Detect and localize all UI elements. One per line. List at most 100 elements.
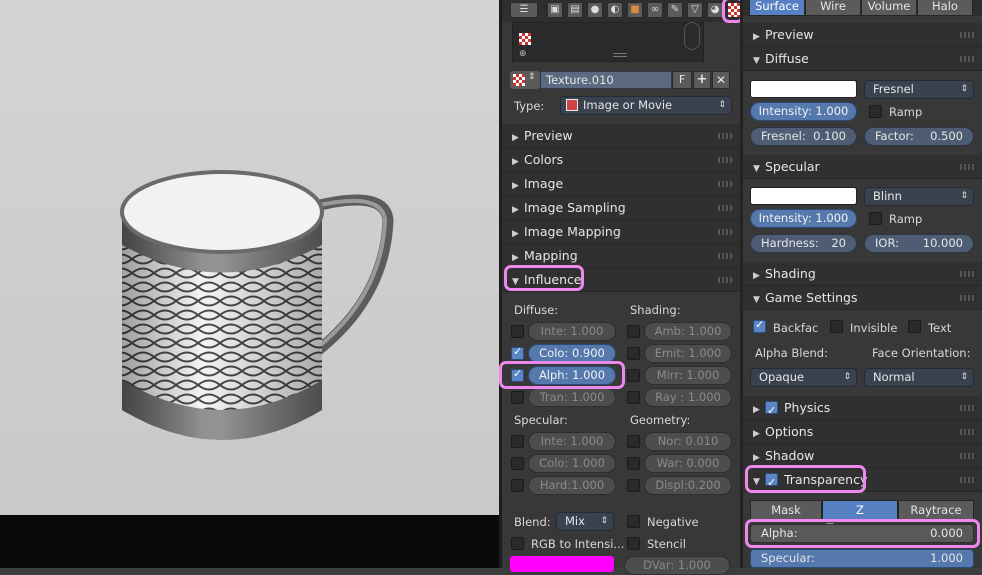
transparency-mask-button[interactable]: Mask <box>750 500 822 520</box>
shading-slider-3[interactable]: Ray : 1.000 <box>644 388 732 407</box>
texture-color-swatch[interactable] <box>510 556 614 572</box>
geometry-slider-2[interactable]: Displ:0.200 <box>644 476 732 495</box>
texture-browse-button[interactable]: ⇕ <box>510 71 540 89</box>
panel-grip[interactable] <box>960 32 974 38</box>
hardness-field[interactable]: Hardness: 20 <box>750 234 857 253</box>
texture-name-field[interactable]: Texture.010 <box>540 71 672 89</box>
transparency-ztransparency-button[interactable]: Z Transpare... <box>822 500 898 535</box>
specular-checkbox-1[interactable] <box>511 457 524 470</box>
panel-game-settings[interactable]: ▼ Game Settings <box>743 286 982 310</box>
panel-physics[interactable]: ▶ Physics <box>743 396 982 423</box>
shading-slider-2[interactable]: Mirr: 1.000 <box>644 366 732 385</box>
geometry-checkbox-2[interactable] <box>627 479 640 492</box>
physics-checkbox[interactable] <box>765 399 778 423</box>
texture-slot-list[interactable]: ⊕ <box>512 22 704 62</box>
editor-type-icon[interactable]: ☰ <box>510 2 538 18</box>
alpha-blend-select[interactable]: Opaque ⇕ <box>750 368 857 387</box>
diffuse-checkbox-1[interactable] <box>511 345 524 360</box>
diffuse-shader-select[interactable]: Fresnel ⇕ <box>864 80 974 99</box>
constraints-icon[interactable]: ∞ <box>647 2 663 18</box>
ior-field[interactable]: IOR: 10.000 <box>864 234 974 253</box>
dvar-slider[interactable]: DVar: 1.000 <box>624 556 730 575</box>
texture-type-select[interactable]: Image or Movie ⇕ <box>560 96 732 115</box>
diffuse-slider-3[interactable]: Tran: 1.000 <box>528 388 616 407</box>
panel-specular[interactable]: ▼ Specular <box>743 155 982 179</box>
panel-grip[interactable] <box>960 271 974 277</box>
panel-grip[interactable] <box>960 405 974 411</box>
scene-icon[interactable]: ● <box>587 2 603 18</box>
material-icon[interactable]: ◕ <box>707 2 723 18</box>
panel-material-preview[interactable]: ▶ Preview <box>743 23 982 47</box>
panel-colors[interactable]: ▶ Colors <box>502 148 740 172</box>
geometry-slider-1[interactable]: War: 0.000 <box>644 454 732 473</box>
shading-slider-0[interactable]: Amb: 1.000 <box>644 322 732 341</box>
panel-grip[interactable] <box>718 277 732 283</box>
specular-shader-select[interactable]: Blinn ⇕ <box>864 187 974 206</box>
panel-grip[interactable] <box>960 295 974 301</box>
unlink-texture-icon[interactable]: ✕ <box>712 71 730 89</box>
specular-checkbox-2[interactable] <box>511 479 524 492</box>
transparency-raytrace-button[interactable]: Raytrace <box>898 500 974 520</box>
data-icon[interactable]: ▽ <box>687 2 703 18</box>
panel-grip[interactable] <box>960 453 974 459</box>
geometry-checkbox-1[interactable] <box>627 457 640 470</box>
object-icon[interactable]: ■ <box>627 2 643 18</box>
specular-slider-0[interactable]: Inte: 1.000 <box>528 432 616 451</box>
specular-ramp-checkbox[interactable] <box>869 212 882 225</box>
specular-checkbox-0[interactable] <box>511 435 524 448</box>
slot-add-icon[interactable]: ⊕ <box>519 49 527 59</box>
specular-alpha-slider[interactable]: Specular: 1.000 <box>750 549 974 568</box>
shading-checkbox-1[interactable] <box>627 347 640 360</box>
render-icon[interactable]: ▣ <box>547 2 563 18</box>
specular-intensity-slider[interactable]: Intensity: 1.000 <box>750 209 857 228</box>
panel-image[interactable]: ▶ Image <box>502 172 740 196</box>
tab-wire[interactable]: Wire <box>805 0 861 16</box>
modifiers-icon[interactable]: ✎ <box>667 2 683 18</box>
fresnel-field[interactable]: Fresnel: 0.100 <box>750 127 857 146</box>
panel-image-mapping[interactable]: ▶ Image Mapping <box>502 220 740 244</box>
shading-checkbox-2[interactable] <box>627 369 640 382</box>
panel-grip[interactable] <box>718 253 732 259</box>
shading-slider-1[interactable]: Emit: 1.000 <box>644 344 732 363</box>
rgb-to-intensity-checkbox[interactable] <box>511 537 524 550</box>
diffuse-slider-0[interactable]: Inte: 1.000 <box>528 322 616 341</box>
panel-grip[interactable] <box>718 157 732 163</box>
panel-grip[interactable] <box>960 164 974 170</box>
diffuse-checkbox-0[interactable] <box>511 325 524 338</box>
blend-mode-select[interactable]: Mix ⇕ <box>556 512 614 531</box>
text-checkbox[interactable] <box>908 320 921 333</box>
shading-checkbox-0[interactable] <box>627 325 640 338</box>
mug-model[interactable] <box>0 0 499 515</box>
panel-grip[interactable] <box>960 477 974 483</box>
add-texture-icon[interactable]: + <box>693 71 711 89</box>
tab-halo[interactable]: Halo <box>917 0 973 16</box>
tab-volume[interactable]: Volume <box>861 0 917 16</box>
fake-user-button[interactable]: F <box>672 71 692 89</box>
panel-grip[interactable] <box>960 429 974 435</box>
stencil-checkbox[interactable] <box>627 537 640 550</box>
backface-checkbox[interactable] <box>753 318 766 333</box>
panel-grip[interactable] <box>718 205 732 211</box>
diffuse-ramp-checkbox[interactable] <box>869 105 882 118</box>
invisible-checkbox[interactable] <box>830 320 843 333</box>
panel-grip[interactable] <box>718 181 732 187</box>
diffuse-intensity-slider[interactable]: Intensity: 1.000 <box>750 102 857 121</box>
specular-slider-2[interactable]: Hard:1.000 <box>528 476 616 495</box>
panel-diffuse[interactable]: ▼ Diffuse <box>743 47 982 71</box>
list-resize-grip[interactable] <box>613 53 627 57</box>
panel-grip[interactable] <box>960 56 974 62</box>
negative-checkbox[interactable] <box>627 515 640 528</box>
specular-slider-1[interactable]: Colo: 1.000 <box>528 454 616 473</box>
diffuse-checkbox-3[interactable] <box>511 391 524 404</box>
face-orientation-select[interactable]: Normal ⇕ <box>864 368 974 387</box>
list-scrollbar[interactable] <box>684 22 700 50</box>
3d-viewport[interactable] <box>0 0 499 568</box>
diffuse-color-swatch[interactable] <box>750 80 857 98</box>
tab-surface[interactable]: Surface <box>749 0 805 16</box>
shading-checkbox-3[interactable] <box>627 391 640 404</box>
specular-color-swatch[interactable] <box>750 187 857 205</box>
geometry-slider-0[interactable]: Nor: 0.010 <box>644 432 732 451</box>
factor-field[interactable]: Factor: 0.500 <box>864 127 974 146</box>
render-layers-icon[interactable]: ▤ <box>567 2 583 18</box>
world-icon[interactable]: ◐ <box>607 2 623 18</box>
